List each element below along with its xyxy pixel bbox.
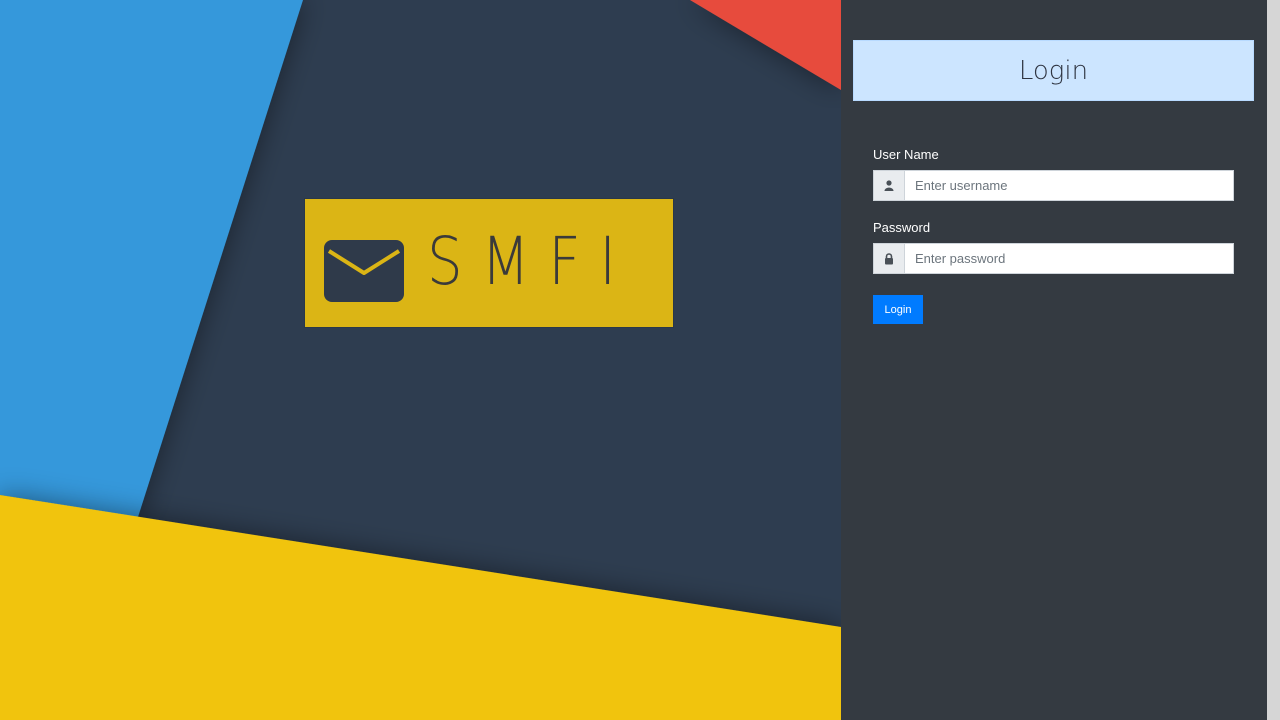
login-button[interactable]: Login	[873, 295, 923, 324]
envelope-icon	[324, 240, 404, 302]
smfi-logo: SMFI	[305, 199, 673, 327]
username-input[interactable]	[904, 170, 1234, 201]
password-label: Password	[873, 220, 931, 235]
username-input-group	[873, 170, 1234, 201]
background-artwork: SMFI	[0, 0, 841, 720]
background-shapes	[0, 0, 841, 720]
username-label: User Name	[873, 147, 939, 162]
password-input[interactable]	[904, 243, 1234, 274]
page-scrollbar[interactable]	[1267, 0, 1280, 720]
login-header: Login	[853, 40, 1254, 101]
login-title: Login	[1018, 55, 1089, 86]
user-icon	[873, 170, 904, 201]
login-panel: Login User Name Password Login	[841, 0, 1267, 720]
password-input-group	[873, 243, 1234, 274]
lock-icon	[873, 243, 904, 274]
logo-text: SMFI	[427, 223, 635, 300]
